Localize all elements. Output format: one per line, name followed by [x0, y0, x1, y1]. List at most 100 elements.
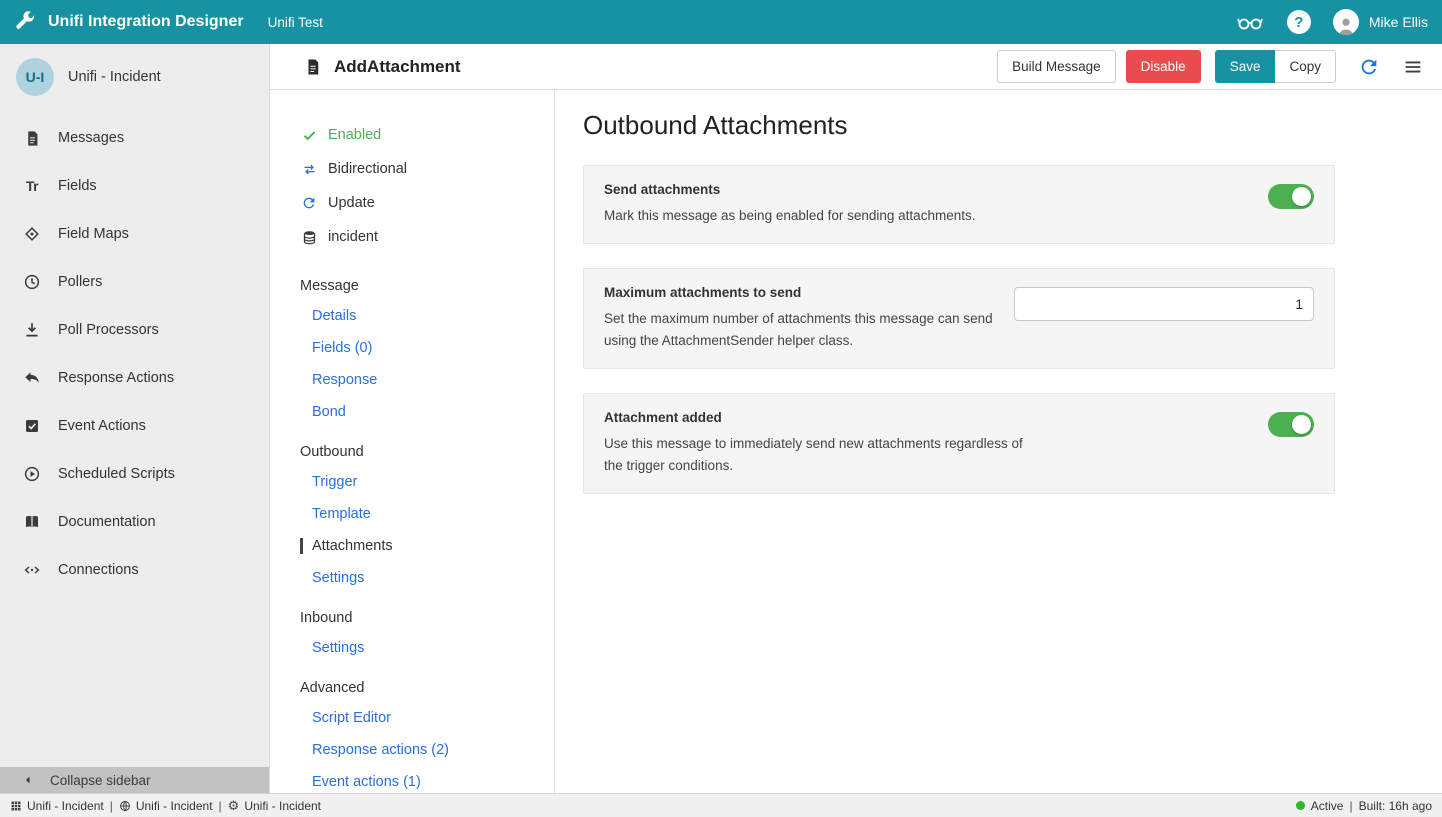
disable-button[interactable]: Disable	[1126, 50, 1201, 83]
nav-link-fields[interactable]: Fields (0)	[300, 340, 544, 356]
sidebar-item-documentation[interactable]: Documentation	[0, 498, 269, 546]
sidebar-item-label: Documentation	[58, 514, 156, 530]
section-title-advanced: Advanced	[300, 680, 544, 696]
card-attachment-added: Attachment added Use this message to imm…	[583, 393, 1335, 494]
top-bar: Unifi Integration Designer Unifi Test ? …	[0, 0, 1442, 44]
app-title: Unifi Integration Designer	[48, 13, 244, 31]
statusbar-item-apps[interactable]: Unifi - Incident	[10, 799, 104, 813]
history-icon	[22, 273, 42, 291]
nav-link-response[interactable]: Response	[300, 372, 544, 388]
nav-link-template[interactable]: Template	[300, 506, 544, 522]
globe-icon	[119, 800, 131, 812]
sidebar-item-label: Poll Processors	[58, 322, 159, 338]
play-circle-icon	[22, 465, 42, 483]
sidebar-item-label: Messages	[58, 130, 124, 146]
sidebar-item-connections[interactable]: Connections	[0, 546, 269, 594]
document-icon	[22, 129, 42, 148]
text-fields-icon: Tr	[22, 178, 42, 194]
grid-icon	[10, 800, 22, 812]
card-max-attachments: Maximum attachments to send Set the maxi…	[583, 268, 1335, 369]
statusbar-item-settings[interactable]: ⚙ Unifi - Incident	[228, 799, 321, 813]
nav-link-bond[interactable]: Bond	[300, 404, 544, 420]
sidebar-item-field-maps[interactable]: Field Maps	[0, 210, 269, 258]
sidebar-item-label: Response Actions	[58, 370, 174, 386]
download-icon	[22, 321, 42, 339]
active-status-label: Active	[1311, 799, 1344, 813]
save-button[interactable]: Save	[1215, 50, 1276, 83]
section-title-message: Message	[300, 278, 544, 294]
database-icon	[300, 229, 318, 246]
user-avatar[interactable]	[1333, 9, 1359, 35]
refresh-icon[interactable]	[1358, 56, 1380, 78]
nav-link-script-editor[interactable]: Script Editor	[300, 710, 544, 726]
reply-icon	[22, 369, 42, 387]
sidebar-item-label: Pollers	[58, 274, 102, 290]
nav-link-trigger[interactable]: Trigger	[300, 474, 544, 490]
sidebar-item-fields[interactable]: Tr Fields	[0, 162, 269, 210]
card-title: Maximum attachments to send	[604, 285, 1014, 300]
checkbox-icon	[22, 417, 42, 435]
nav-link-response-actions[interactable]: Response actions (2)	[300, 742, 544, 758]
status-enabled[interactable]: Enabled	[300, 118, 544, 152]
user-name[interactable]: Mike Ellis	[1369, 14, 1428, 30]
content-title: Outbound Attachments	[583, 110, 1414, 141]
book-icon	[22, 513, 42, 531]
sidebar: U-I Unifi - Incident Messages Tr Fields …	[0, 44, 270, 793]
nav-link-inbound-settings[interactable]: Settings	[300, 640, 544, 656]
sidebar-item-label: Fields	[58, 178, 97, 194]
menu-icon[interactable]	[1402, 56, 1424, 78]
sidebar-nav: Messages Tr Fields Field Maps Pollers	[0, 114, 269, 767]
page-header: AddAttachment Build Message Disable Save…	[270, 44, 1442, 90]
sidebar-item-pollers[interactable]: Pollers	[0, 258, 269, 306]
nav-link-outbound-settings[interactable]: Settings	[300, 570, 544, 586]
sidebar-item-label: Field Maps	[58, 226, 129, 242]
collapse-label: Collapse sidebar	[50, 773, 151, 788]
sidebar-item-label: Connections	[58, 562, 139, 578]
section-title-outbound: Outbound	[300, 444, 544, 460]
status-table-incident[interactable]: incident	[300, 220, 544, 254]
integration-name: Unifi - Incident	[68, 69, 161, 85]
attachment-added-toggle[interactable]	[1268, 412, 1314, 437]
sidebar-item-response-actions[interactable]: Response Actions	[0, 354, 269, 402]
card-description: Mark this message as being enabled for s…	[604, 205, 975, 227]
page-title: AddAttachment	[334, 57, 461, 77]
bidirectional-icon	[300, 162, 318, 177]
environment-name: Unifi Test	[268, 15, 323, 30]
sidebar-item-scheduled-scripts[interactable]: Scheduled Scripts	[0, 450, 269, 498]
active-status-dot	[1296, 801, 1305, 810]
sidebar-item-messages[interactable]: Messages	[0, 114, 269, 162]
status-bar: Unifi - Incident | Unifi - Incident | ⚙ …	[0, 793, 1442, 817]
collapse-sidebar-button[interactable]: Collapse sidebar	[0, 767, 269, 793]
copy-button[interactable]: Copy	[1275, 50, 1336, 83]
card-title: Send attachments	[604, 182, 975, 197]
nav-link-attachments-active[interactable]: Attachments	[300, 538, 544, 554]
help-icon[interactable]: ?	[1287, 10, 1311, 34]
message-doc-icon	[304, 57, 322, 77]
gear-icon: ⚙	[228, 799, 240, 812]
section-title-inbound: Inbound	[300, 610, 544, 626]
card-title: Attachment added	[604, 410, 1034, 425]
status-bidirectional[interactable]: Bidirectional	[300, 152, 544, 186]
max-attachments-input[interactable]	[1014, 287, 1314, 321]
nav-link-details[interactable]: Details	[300, 308, 544, 324]
integration-header[interactable]: U-I Unifi - Incident	[0, 44, 269, 114]
send-attachments-toggle[interactable]	[1268, 184, 1314, 209]
sidebar-item-label: Scheduled Scripts	[58, 466, 175, 482]
connection-icon	[22, 561, 42, 579]
collapse-arrow-icon	[22, 774, 34, 786]
glasses-icon[interactable]	[1235, 10, 1265, 34]
sidebar-item-poll-processors[interactable]: Poll Processors	[0, 306, 269, 354]
status-update[interactable]: Update	[300, 186, 544, 220]
built-label: Built: 16h ago	[1359, 799, 1432, 813]
statusbar-item-web[interactable]: Unifi - Incident	[119, 799, 213, 813]
check-icon	[300, 128, 318, 143]
diamond-icon	[22, 225, 42, 243]
sidebar-item-event-actions[interactable]: Event Actions	[0, 402, 269, 450]
card-description: Use this message to immediately send new…	[604, 433, 1034, 477]
card-send-attachments: Send attachments Mark this message as be…	[583, 165, 1335, 244]
wrench-icon	[14, 11, 36, 33]
build-message-button[interactable]: Build Message	[997, 50, 1116, 83]
nav-link-event-actions[interactable]: Event actions (1)	[300, 774, 544, 790]
content-panel: Outbound Attachments Send attachments Ma…	[555, 90, 1442, 793]
card-description: Set the maximum number of attachments th…	[604, 308, 1014, 352]
